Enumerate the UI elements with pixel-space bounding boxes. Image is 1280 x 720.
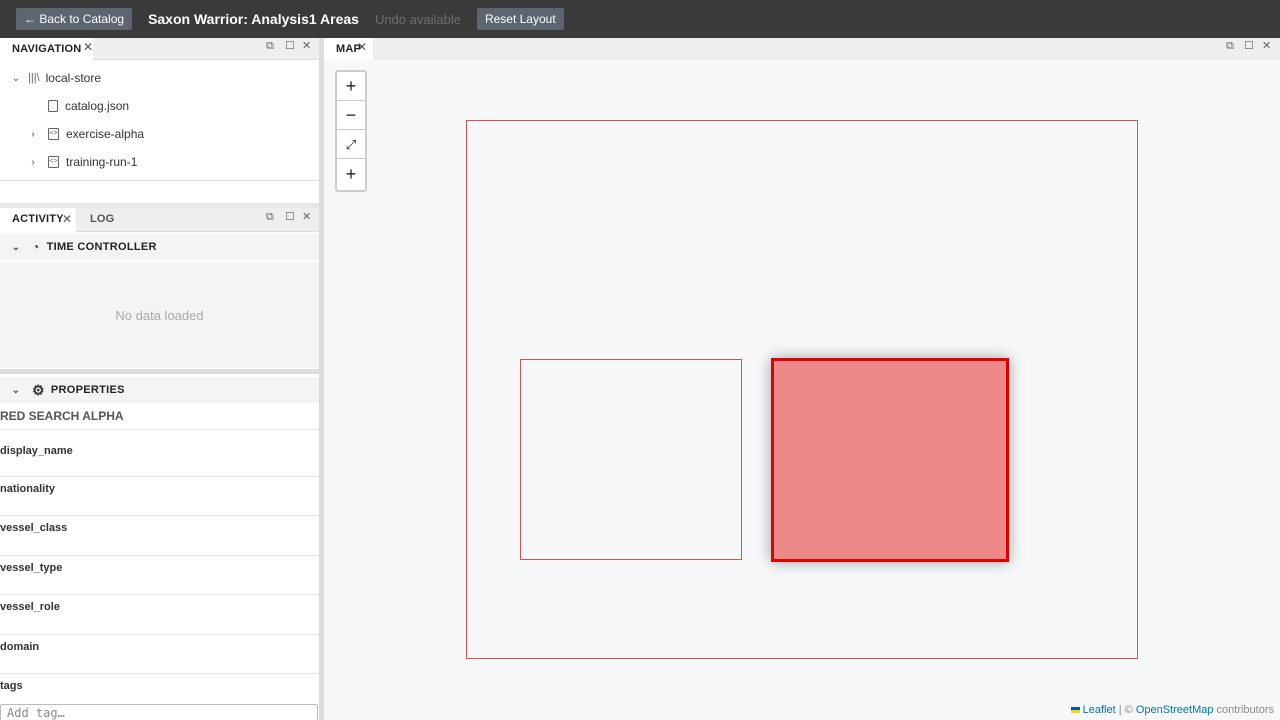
map-attribution: Leaflet | © OpenStreetMap contributors <box>1070 704 1274 716</box>
attribution-suffix: contributors <box>1213 704 1274 716</box>
section-title: PROPERTIES <box>50 384 125 396</box>
empty-message: No data loaded <box>115 307 204 323</box>
property-row: display_name <box>0 429 319 468</box>
add-area-button[interactable]: + <box>337 160 365 189</box>
separator <box>0 180 319 181</box>
zoom-out-button[interactable]: − <box>337 101 365 130</box>
maximize-icon[interactable]: ☐ <box>285 40 295 52</box>
map-area-small[interactable] <box>520 359 742 560</box>
close-panel-icon[interactable]: ✕ <box>302 211 311 223</box>
popout-icon[interactable]: ⧉ <box>266 211 274 223</box>
property-label: vessel_role <box>0 601 60 613</box>
tree-item-label: local-store <box>45 71 101 85</box>
close-panel-icon[interactable]: ✕ <box>302 40 311 52</box>
maximize-icon[interactable]: ☐ <box>1244 40 1254 52</box>
maximize-icon[interactable]: ☐ <box>285 211 295 223</box>
property-label: vessel_type <box>0 562 63 574</box>
navigation-tabstrip: NAVIGATION ✕ ⧉ ☐ ✕ <box>0 38 319 60</box>
tree-item-catalog-json[interactable]: catalog.json <box>48 95 129 117</box>
tree-item-label: catalog.json <box>65 99 130 113</box>
back-to-catalog-button[interactable]: ← Back to Catalog <box>16 8 133 30</box>
code-file-icon: <> <box>48 156 59 168</box>
properties-header[interactable]: ⌄ ⚙ PROPERTIES <box>0 377 319 403</box>
fullscreen-button[interactable]: ⤢ <box>337 130 365 159</box>
library-icon: |||\ <box>28 72 40 84</box>
property-row: vessel_type <box>0 555 319 594</box>
tab-log[interactable]: LOG <box>90 208 114 232</box>
property-label: display_name <box>0 445 73 457</box>
chevron-right-icon[interactable]: › <box>27 157 39 168</box>
time-controller-body: No data loaded <box>0 262 319 368</box>
flag-icon <box>1070 707 1080 713</box>
property-row: vessel_role <box>0 594 319 633</box>
tree-item-local-store[interactable]: ⌄ |||\ local-store <box>10 67 101 89</box>
tree-item-training-run-1[interactable]: › <> training-run-1 <box>27 151 137 173</box>
stopwatch-icon: ◔ <box>32 240 40 254</box>
property-row: nationality <box>0 476 319 515</box>
section-title: TIME CONTROLLER <box>46 241 157 253</box>
close-icon[interactable]: ✕ <box>357 38 367 56</box>
panel-divider[interactable] <box>0 369 319 374</box>
popout-icon[interactable]: ⧉ <box>266 40 274 52</box>
property-label: vessel_class <box>0 522 68 534</box>
chevron-down-icon[interactable]: ⌄ <box>10 73 22 84</box>
page-title: Saxon Warrior: Analysis1 Areas <box>148 11 359 27</box>
selected-feature-name: RED SEARCH ALPHA <box>0 409 124 423</box>
time-controller-header[interactable]: ⌄ ◔ TIME CONTROLLER <box>0 234 319 260</box>
map-area-selected[interactable] <box>771 358 1009 562</box>
undo-status: Undo available <box>374 11 461 27</box>
tree-item-exercise-alpha[interactable]: › <> exercise-alpha <box>27 123 144 145</box>
reset-layout-button[interactable]: Reset Layout <box>476 8 564 30</box>
file-icon <box>48 100 58 112</box>
leaflet-link[interactable]: Leaflet <box>1083 704 1116 716</box>
zoom-in-button[interactable]: + <box>337 72 365 101</box>
property-row: domain <box>0 634 319 673</box>
chevron-right-icon[interactable]: › <box>27 129 39 140</box>
activity-tabstrip: ACTIVITY ✕ LOG ⧉ ☐ ✕ <box>0 208 319 232</box>
attribution-separator: | © <box>1115 704 1136 716</box>
map-controls: + − ⤢ + <box>335 70 367 192</box>
add-tag-input[interactable]: Add tag… <box>0 704 318 720</box>
property-label: tags <box>0 680 23 692</box>
popout-icon[interactable]: ⧉ <box>1226 40 1234 52</box>
top-bar: ← Back to Catalog Saxon Warrior: Analysi… <box>0 0 1280 38</box>
property-label: domain <box>0 641 40 653</box>
property-row: vessel_class <box>0 515 319 554</box>
map-panel: MAP ✕ ⧉ ☐ ✕ <box>324 38 1280 60</box>
openstreetmap-link[interactable]: OpenStreetMap <box>1136 704 1214 716</box>
navigation-panel: NAVIGATION ✕ ⧉ ☐ ✕ ⌄ |||\ local-store ca… <box>0 38 319 203</box>
fullscreen-icon: ⤢ <box>345 137 357 152</box>
close-panel-icon[interactable]: ✕ <box>1262 40 1271 52</box>
chevron-down-icon[interactable]: ⌄ <box>10 242 22 253</box>
activity-panel: ACTIVITY ✕ LOG ⧉ ☐ ✕ ⌄ ◔ TIME CONTROLLER… <box>0 208 319 720</box>
close-icon[interactable]: ✕ <box>62 210 72 228</box>
tab-label: LOG <box>90 213 115 225</box>
close-icon[interactable]: ✕ <box>83 38 93 56</box>
chevron-down-icon[interactable]: ⌄ <box>10 385 22 396</box>
gear-icon: ⚙ <box>32 381 45 398</box>
tab-label: ACTIVITY <box>12 213 64 225</box>
code-file-icon: <> <box>48 128 59 140</box>
tree-item-label: training-run-1 <box>66 155 138 169</box>
tree-item-label: exercise-alpha <box>66 127 145 141</box>
tab-label: NAVIGATION <box>12 43 82 55</box>
property-label: nationality <box>0 483 56 495</box>
tab-navigation[interactable]: NAVIGATION <box>0 38 94 60</box>
